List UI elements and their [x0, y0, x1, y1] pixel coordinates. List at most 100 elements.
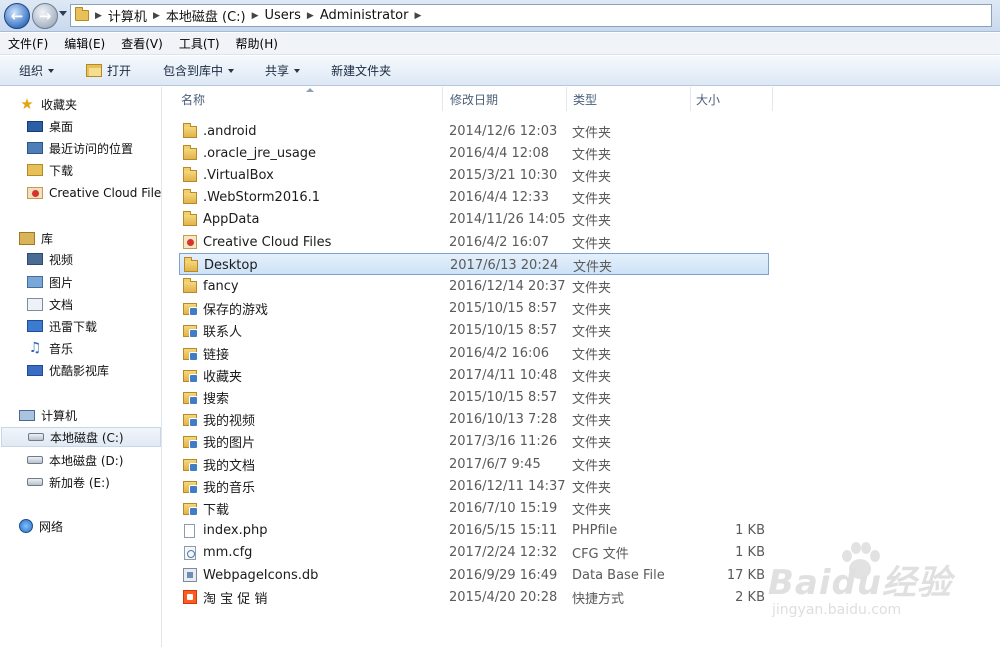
menu-view[interactable]: 查看(V): [113, 35, 171, 52]
table-row[interactable]: .VirtualBox 2015/3/21 10:30 文件夹: [179, 164, 769, 186]
table-row[interactable]: 淘 宝 促 销 2015/4/20 20:28 快捷方式 2 KB: [179, 586, 769, 608]
file-name-cell: mm.cfg: [179, 542, 449, 564]
organize-button[interactable]: 组织: [17, 62, 56, 79]
nav-item-youku[interactable]: 优酷影视库: [27, 360, 161, 380]
table-row[interactable]: 链接 2016/4/2 16:06 文件夹: [179, 342, 769, 364]
table-row[interactable]: 收藏夹 2017/4/11 10:48 文件夹: [179, 364, 769, 386]
nav-item-label: 视频: [49, 252, 74, 267]
breadcrumb-administrator[interactable]: Administrator: [320, 8, 409, 23]
recent-pages-dropdown[interactable]: [59, 11, 67, 16]
back-button[interactable]: ←: [4, 3, 30, 29]
column-size[interactable]: 大小: [691, 87, 773, 111]
new-folder-label: 新建文件夹: [331, 64, 392, 78]
php-file-icon: [184, 523, 195, 538]
file-modified: 2014/12/6 12:03: [449, 123, 558, 139]
file-type: 文件夹: [572, 458, 612, 474]
file-name: WebpageIcons.db: [203, 567, 319, 583]
nav-item-desktop[interactable]: 桌面: [27, 116, 161, 136]
column-name[interactable]: 名称: [163, 87, 443, 111]
breadcrumb-computer[interactable]: 计算机: [108, 6, 147, 25]
nav-item-creative-cloud[interactable]: Creative Cloud Files: [27, 183, 161, 203]
drive-icon: [27, 456, 43, 464]
folder-icon: [75, 7, 89, 21]
new-folder-button[interactable]: 新建文件夹: [329, 62, 393, 79]
open-label: 打开: [107, 64, 132, 78]
nav-item-thunder-downloads[interactable]: 迅雷下载: [27, 316, 161, 336]
menu-tools[interactable]: 工具(T): [171, 35, 228, 52]
computer-icon: [19, 409, 35, 421]
nav-item-drive-d[interactable]: 本地磁盘 (D:): [27, 450, 161, 470]
table-row[interactable]: .WebStorm2016.1 2016/4/4 12:33 文件夹: [179, 187, 769, 209]
file-type: 文件夹: [572, 236, 612, 252]
nav-libraries-label: 库: [41, 231, 54, 246]
breadcrumb-users[interactable]: Users: [265, 8, 301, 23]
chevron-right-icon[interactable]: ▶: [95, 11, 102, 21]
links-icon: [183, 347, 198, 361]
table-row[interactable]: 我的音乐 2016/12/11 14:37 文件夹: [179, 475, 769, 497]
menu-file[interactable]: 文件(F): [0, 35, 56, 52]
nav-item-downloads[interactable]: 下载: [27, 160, 161, 180]
table-row[interactable]: Desktop 2017/6/13 20:24 文件夹: [179, 253, 769, 276]
my-pictures-icon: [183, 436, 198, 450]
nav-favorites[interactable]: ★ 收藏夹: [19, 94, 161, 114]
nav-item-label: 桌面: [49, 119, 74, 134]
chevron-right-icon[interactable]: ▶: [153, 11, 160, 21]
breadcrumb-drive-c[interactable]: 本地磁盘 (C:): [166, 6, 246, 25]
nav-network-label: 网络: [39, 519, 64, 534]
open-button[interactable]: 打开: [84, 62, 133, 79]
nav-item-videos[interactable]: 视频: [27, 249, 161, 269]
file-type: Data Base File: [572, 567, 665, 583]
table-row[interactable]: 我的文档 2017/6/7 9:45 文件夹: [179, 453, 769, 475]
table-row[interactable]: 我的图片 2017/3/16 11:26 文件夹: [179, 431, 769, 453]
menu-help[interactable]: 帮助(H): [228, 35, 286, 52]
nav-network[interactable]: 网络: [19, 516, 161, 536]
chevron-right-icon[interactable]: ▶: [307, 11, 314, 21]
table-row[interactable]: 下载 2016/7/10 15:19 文件夹: [179, 497, 769, 519]
menu-edit[interactable]: 编辑(E): [56, 35, 113, 52]
table-row[interactable]: .oracle_jre_usage 2016/4/4 12:08 文件夹: [179, 142, 769, 164]
file-modified: 2016/9/29 16:49: [449, 567, 558, 583]
include-in-library-button[interactable]: 包含到库中: [161, 62, 236, 79]
chevron-right-icon[interactable]: ▶: [414, 11, 421, 21]
nav-item-drive-e[interactable]: 新加卷 (E:): [27, 472, 161, 492]
file-name-cell: 下载: [179, 497, 449, 519]
share-button[interactable]: 共享: [263, 62, 302, 79]
column-type[interactable]: 类型: [567, 87, 691, 111]
table-row[interactable]: 我的视频 2016/10/13 7:28 文件夹: [179, 409, 769, 431]
menu-bar: 文件(F) 编辑(E) 查看(V) 工具(T) 帮助(H): [0, 33, 1000, 55]
table-row[interactable]: 保存的游戏 2015/10/15 8:57 文件夹: [179, 298, 769, 320]
file-type: 文件夹: [573, 259, 613, 275]
table-row[interactable]: mm.cfg 2017/2/24 12:32 CFG 文件 1 KB: [179, 542, 769, 564]
chevron-down-icon: [294, 68, 301, 73]
nav-item-drive-c[interactable]: 本地磁盘 (C:): [1, 427, 161, 447]
table-row[interactable]: index.php 2016/5/15 15:11 PHPfile 1 KB: [179, 520, 769, 542]
file-name-cell: .android: [179, 120, 449, 142]
nav-item-music[interactable]: ♫ 音乐: [27, 338, 161, 358]
navigation-pane: ★ 收藏夹 桌面 最近访问的位置 下载 Creative Cloud Files…: [0, 87, 162, 647]
file-modified: 2016/4/4 12:08: [449, 145, 549, 161]
chevron-down-icon: [48, 68, 55, 73]
table-row[interactable]: AppData 2014/11/26 14:05 文件夹: [179, 209, 769, 231]
desktop-icon: [27, 120, 43, 132]
forward-button[interactable]: →: [32, 3, 58, 29]
nav-libraries[interactable]: 库: [19, 228, 161, 248]
nav-item-documents[interactable]: 文档: [27, 294, 161, 314]
column-modified[interactable]: 修改日期: [443, 87, 567, 111]
table-row[interactable]: fancy 2016/12/14 20:37 文件夹: [179, 275, 769, 297]
table-row[interactable]: 搜索 2015/10/15 8:57 文件夹: [179, 386, 769, 408]
nav-item-recent-places[interactable]: 最近访问的位置: [27, 138, 161, 158]
table-row[interactable]: 联系人 2015/10/15 8:57 文件夹: [179, 320, 769, 342]
file-modified: 2016/12/11 14:37: [449, 478, 566, 494]
table-row[interactable]: WebpageIcons.db 2016/9/29 16:49 Data Base …: [179, 564, 769, 586]
chevron-right-icon[interactable]: ▶: [252, 11, 259, 21]
file-type: 文件夹: [572, 502, 612, 518]
table-row[interactable]: .android 2014/12/6 12:03 文件夹: [179, 120, 769, 142]
nav-computer[interactable]: 计算机: [19, 405, 161, 425]
file-modified: 2016/5/15 15:11: [449, 523, 558, 539]
file-name-cell: 联系人: [179, 320, 449, 342]
nav-item-pictures[interactable]: 图片: [27, 272, 161, 292]
file-size: [693, 254, 766, 276]
table-row[interactable]: Creative Cloud Files 2016/4/2 16:07 文件夹: [179, 231, 769, 253]
breadcrumb[interactable]: ▶ 计算机 ▶ 本地磁盘 (C:) ▶ Users ▶ Administrato…: [70, 4, 992, 27]
file-name-cell: .VirtualBox: [179, 164, 449, 186]
